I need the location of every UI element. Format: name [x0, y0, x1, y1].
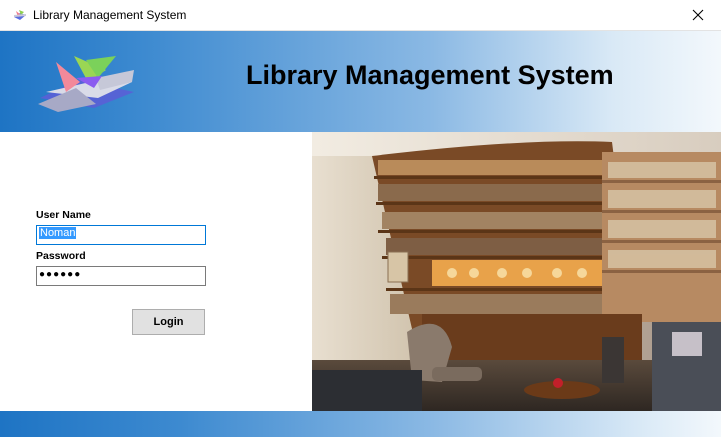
geometric-logo-icon	[38, 56, 134, 112]
login-panel: User Name Noman Password ●●●●●● Login	[0, 132, 312, 411]
password-field[interactable]: ●●●●●●	[36, 266, 206, 286]
close-button[interactable]	[675, 0, 721, 30]
page-title: Library Management System	[246, 60, 614, 90]
password-label: Password	[36, 250, 86, 262]
username-field[interactable]: Noman	[36, 225, 206, 245]
library-interior-photo	[312, 132, 721, 411]
password-value: ●●●●●●	[39, 269, 82, 280]
username-value: Noman	[39, 227, 77, 239]
close-icon	[692, 9, 704, 21]
footer-bar	[0, 411, 721, 437]
login-button[interactable]: Login	[132, 309, 205, 335]
window-title: Library Management System	[33, 8, 187, 22]
library-photo-graphic	[312, 132, 721, 411]
title-bar: Library Management System	[0, 0, 721, 31]
username-label: User Name	[36, 209, 91, 221]
header-banner: Library Management System	[0, 31, 721, 132]
app-logo-icon	[14, 10, 26, 20]
